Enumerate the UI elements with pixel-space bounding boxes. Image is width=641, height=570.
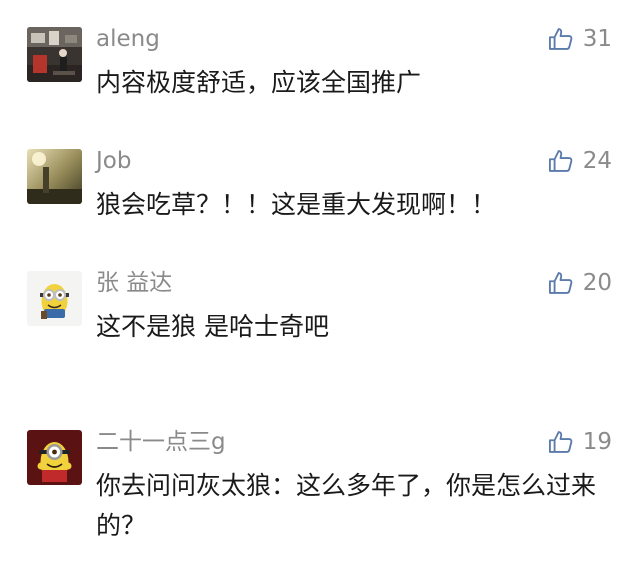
user-avatar[interactable] xyxy=(27,430,82,485)
like-count: 24 xyxy=(582,148,612,174)
comment-item: aleng 31 内容极度舒适，应该全国推广 xyxy=(0,25,641,137)
street-photo-avatar-icon xyxy=(27,27,82,82)
like-count: 20 xyxy=(582,270,612,296)
thumbs-up-icon xyxy=(548,28,573,50)
like-button[interactable]: 19 xyxy=(547,428,612,456)
like-button[interactable]: 24 xyxy=(547,147,612,175)
username[interactable]: Job xyxy=(96,147,131,175)
comment-text: 内容极度舒适，应该全国推广 xyxy=(96,68,422,97)
thumbs-up-icon xyxy=(548,272,573,294)
user-avatar[interactable] xyxy=(27,149,82,204)
comment-item: 张 益达 20 这不是狼 是哈士奇吧 xyxy=(0,269,641,381)
comment-text: 你去问问灰太狼：这么多年了，你是怎么过来的？ xyxy=(96,471,597,540)
comment-text: 狼会吃草？！！这是重大发现啊！！ xyxy=(96,190,497,219)
username[interactable]: aleng xyxy=(96,25,160,53)
user-avatar[interactable] xyxy=(27,27,82,82)
sunset-photo-avatar-icon xyxy=(27,149,82,204)
like-button[interactable]: 31 xyxy=(547,25,612,53)
like-button[interactable]: 20 xyxy=(547,269,612,297)
username[interactable]: 张 益达 xyxy=(96,269,172,297)
thumbs-up-icon xyxy=(548,431,573,453)
like-count: 31 xyxy=(582,26,612,52)
minion-red-avatar-icon xyxy=(27,430,82,485)
comment-item: 二十一点三g 19 你去问问灰太狼：这么多年了，你是怎么过来的？ xyxy=(0,428,641,570)
comment-item: Job 24 狼会吃草？！！这是重大发现啊！！ xyxy=(0,147,641,259)
like-count: 19 xyxy=(582,429,612,455)
user-avatar[interactable] xyxy=(27,271,82,326)
minion-avatar-icon xyxy=(27,271,82,326)
comment-text: 这不是狼 是哈士奇吧 xyxy=(96,312,329,341)
thumbs-up-icon xyxy=(548,150,573,172)
username[interactable]: 二十一点三g xyxy=(96,428,226,456)
